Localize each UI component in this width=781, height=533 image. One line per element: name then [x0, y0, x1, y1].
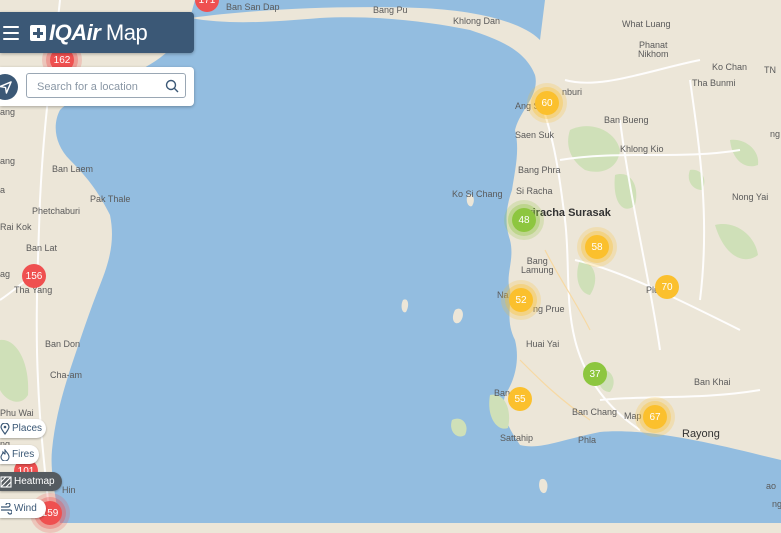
layer-label: Heatmap: [14, 476, 55, 487]
heatmap-icon: [0, 475, 12, 488]
place-label: Khlong Dan: [453, 16, 501, 26]
place-label: Khlong Kio: [620, 144, 664, 154]
brand-name: IQAir Map: [49, 19, 148, 45]
place-label: Rai Kok: [0, 222, 32, 232]
place-label: ng: [772, 499, 781, 509]
fire-icon: [0, 448, 10, 461]
aqi-marker[interactable]: 37: [583, 362, 607, 386]
layer-label: Wind: [14, 503, 37, 514]
aqi-marker[interactable]: 60: [535, 91, 559, 115]
place-label: Ban Bueng: [604, 115, 649, 125]
place-label: Phanat Nikhom: [638, 40, 669, 59]
aqi-marker[interactable]: 156: [22, 264, 46, 288]
place-label: Bang Pu: [373, 5, 408, 15]
place-label: Ban Khai: [694, 377, 731, 387]
hamburger-menu-icon[interactable]: [3, 25, 19, 40]
locate-me-button[interactable]: [0, 74, 18, 100]
place-label: Sattahip: [500, 433, 534, 443]
layer-label: Fires: [12, 449, 35, 460]
place-label: Cha-am: [50, 370, 83, 380]
place-label: Ko Si Chang: [452, 189, 503, 199]
place-label: ag: [0, 269, 11, 279]
place-label: Phetchaburi: [32, 206, 81, 216]
map-pin-icon: [0, 422, 10, 435]
place-label: ang: [0, 107, 16, 117]
place-label: Pak Thale: [90, 194, 131, 204]
place-label: Ban Don: [45, 339, 81, 349]
place-label: Ban Chang: [572, 407, 618, 417]
search-panel: [0, 67, 194, 106]
layer-label: Places: [12, 423, 43, 434]
aqi-marker[interactable]: 48: [512, 208, 536, 232]
place-label: Hin: [62, 485, 76, 495]
place-label: What Luang: [622, 19, 671, 29]
place-label: Bang Phra: [518, 165, 561, 175]
place-label: ng: [770, 129, 781, 139]
aqi-marker[interactable]: 58: [585, 235, 609, 259]
place-label: a: [0, 185, 6, 195]
navigation-arrow-icon: [0, 80, 12, 94]
place-label: Phla: [578, 435, 597, 445]
wind-icon: [0, 502, 12, 515]
place-label: Ban Laem: [52, 164, 94, 174]
app-header: IQAir Map: [0, 12, 194, 53]
iqair-plus-icon: [30, 24, 46, 41]
place-label: Ban Lat: [26, 243, 58, 253]
aqi-marker[interactable]: 52: [509, 288, 533, 312]
layer-fires-button[interactable]: Fires: [0, 445, 39, 464]
brand-logo[interactable]: IQAir Map: [30, 19, 148, 46]
layer-heatmap-button[interactable]: Heatmap: [0, 472, 62, 491]
place-label: TN: [764, 65, 776, 75]
place-label: ao: [766, 481, 777, 491]
layer-wind-button[interactable]: Wind: [0, 499, 46, 518]
place-label: Saen Suk: [515, 130, 555, 140]
layer-places-button[interactable]: Places: [0, 419, 46, 438]
aqi-marker[interactable]: 55: [508, 387, 532, 411]
place-label: Bang Lamung: [521, 256, 554, 275]
place-label: Ban San Dap: [226, 2, 280, 12]
place-label: Huai Yai: [526, 339, 560, 349]
search-input[interactable]: [35, 74, 164, 99]
place-label: Nong Yai: [732, 192, 769, 202]
search-icon[interactable]: [165, 79, 179, 93]
place-label: Phu Wai: [0, 408, 34, 418]
place-label: Si Racha: [516, 186, 553, 196]
place-label: Ko Chan: [712, 62, 748, 72]
place-label: ang: [0, 156, 16, 166]
place-label: Rayong: [682, 428, 720, 440]
search-box: [26, 73, 186, 99]
aqi-marker[interactable]: 67: [643, 405, 667, 429]
place-label: Tha Bunmi: [692, 78, 736, 88]
aqi-marker[interactable]: 70: [655, 275, 679, 299]
